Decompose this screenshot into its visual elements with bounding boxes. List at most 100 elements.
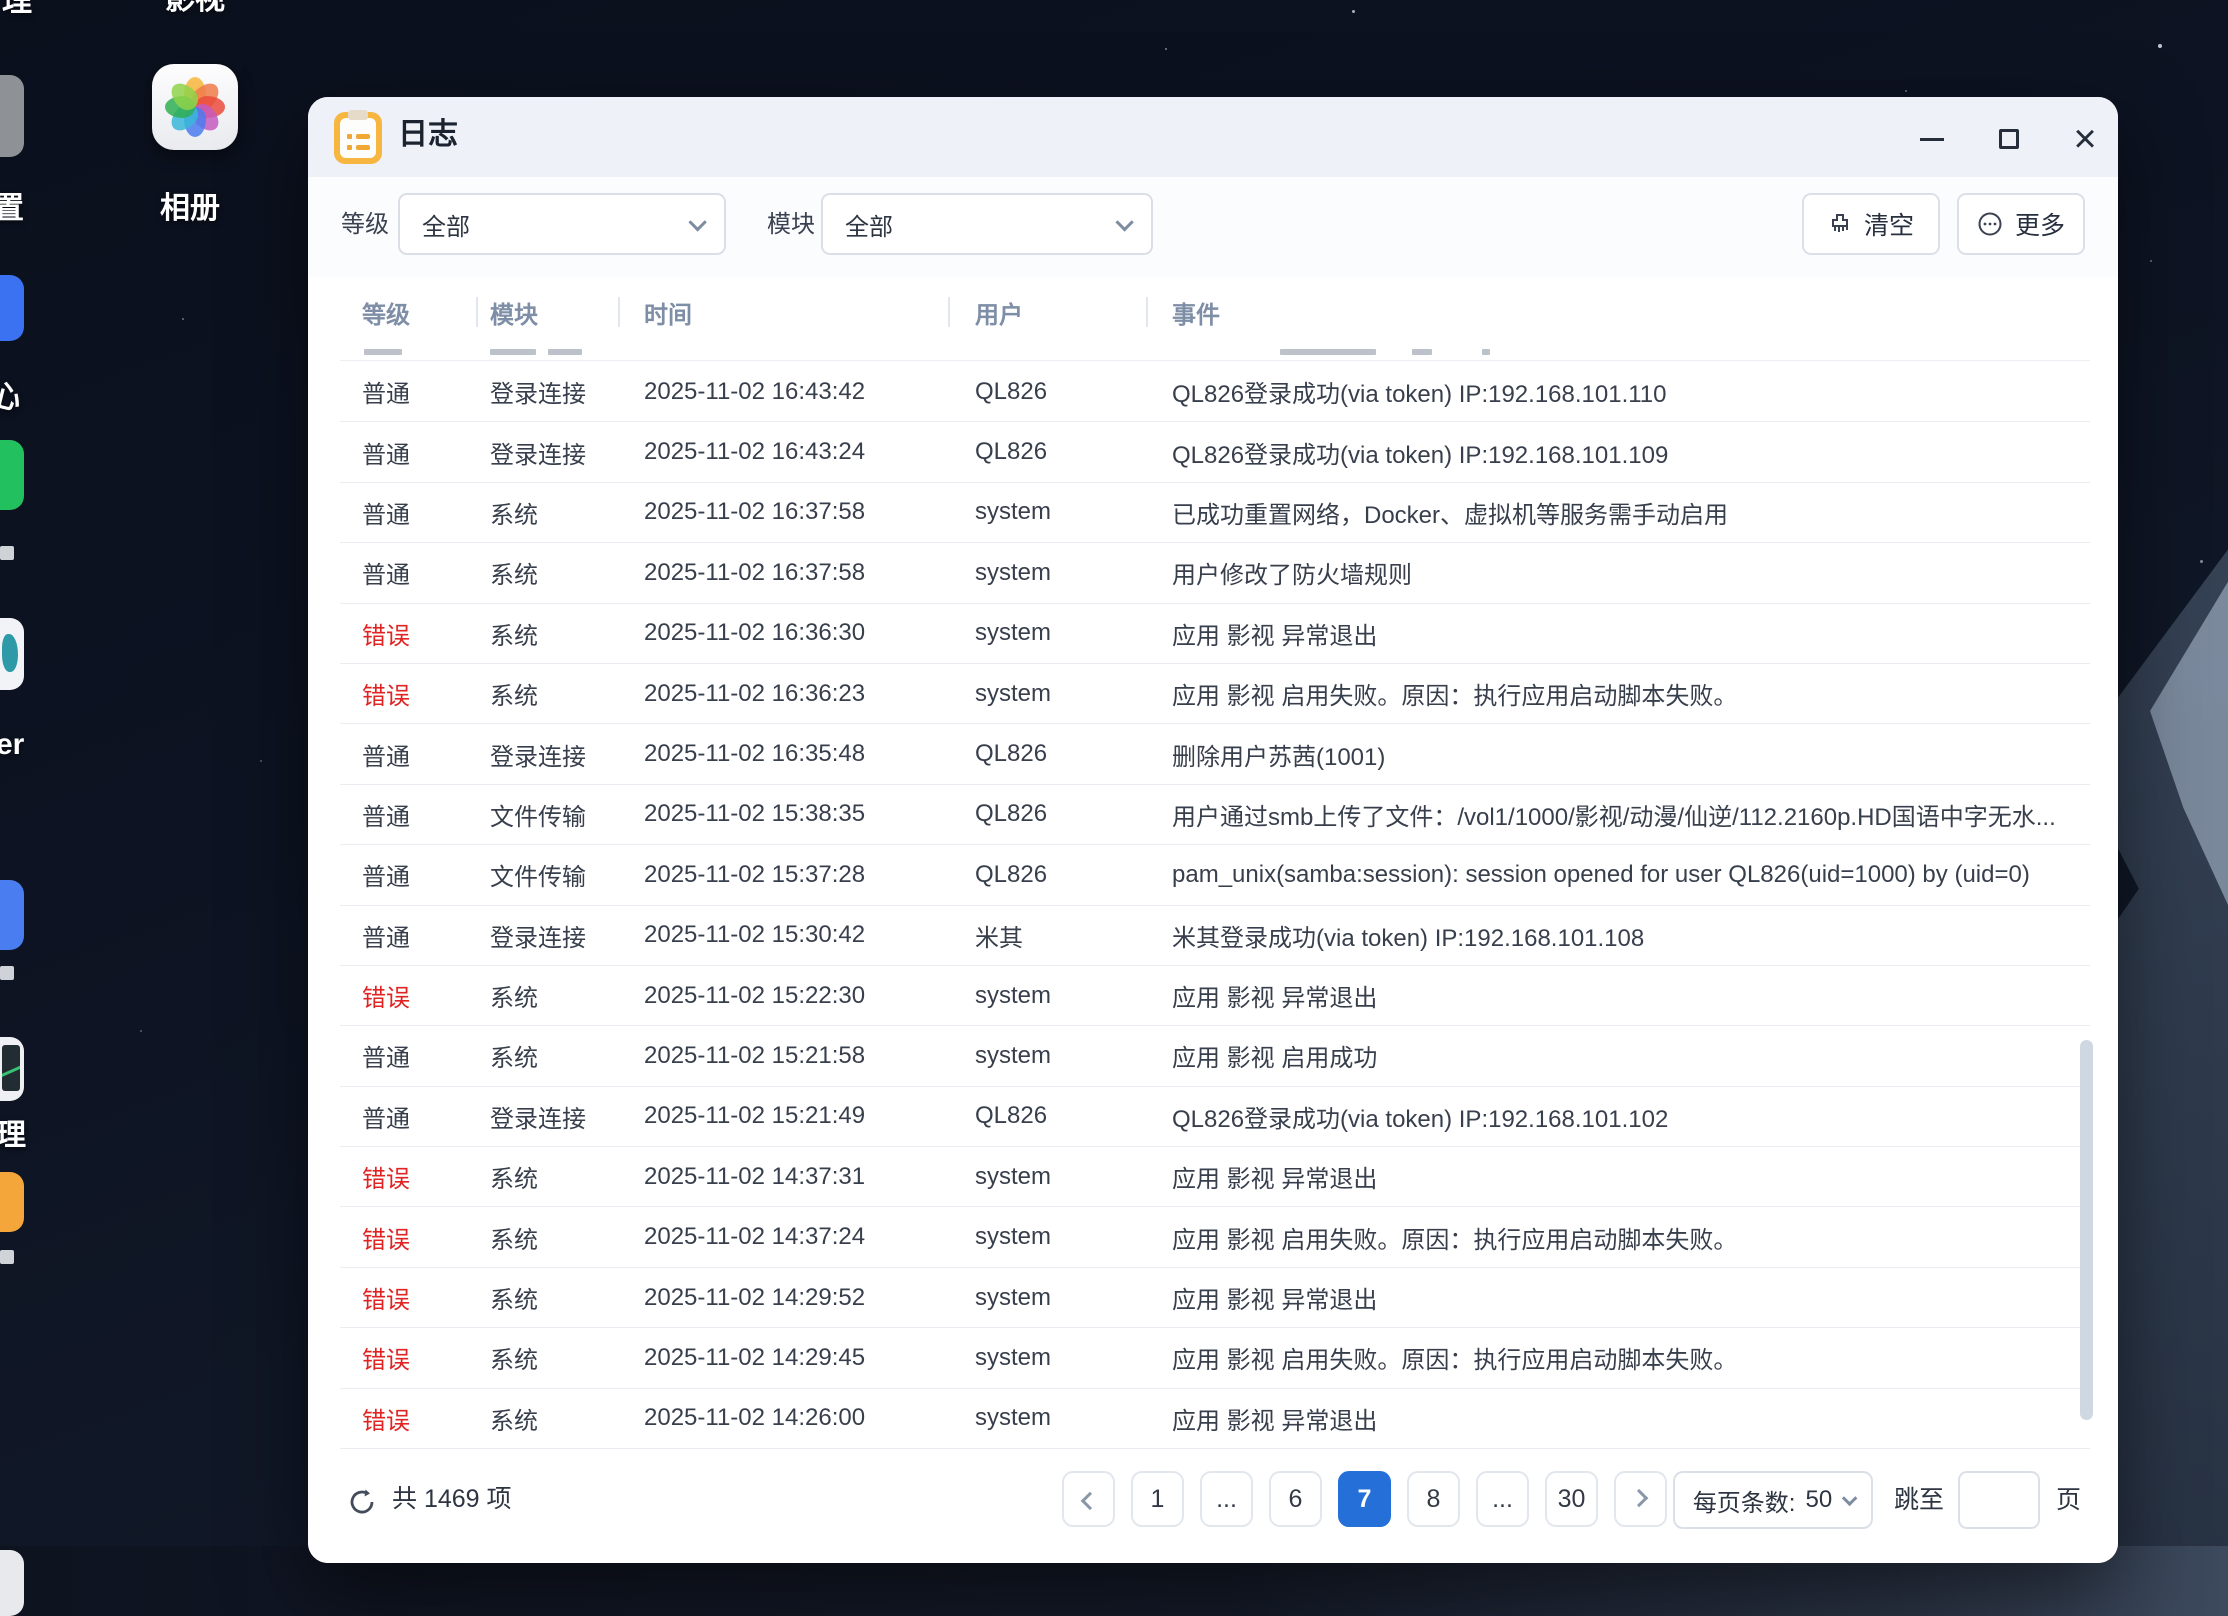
log-time-cell: 2025-11-02 16:36:23 xyxy=(644,679,866,707)
log-level-cell: 错误 xyxy=(362,683,410,711)
clear-logs-button[interactable]: 清空 xyxy=(1802,193,1940,255)
clipped-app-icon[interactable] xyxy=(0,1037,24,1101)
log-time-cell: 2025-11-02 16:35:48 xyxy=(644,740,866,768)
log-level-cell: 普通 xyxy=(362,501,410,529)
page-ellipsis[interactable]: ... xyxy=(1200,1471,1253,1527)
log-event-cell: 删除用户苏茜(1001) xyxy=(1172,743,1386,771)
clipped-app-icon[interactable] xyxy=(0,880,24,950)
table-row: 普通 文件传输 2025-11-02 15:38:35 QL826 用户通过sm… xyxy=(340,785,2090,846)
table-row: 普通 登录连接 2025-11-02 16:43:42 QL826 QL826登… xyxy=(340,362,2090,423)
chevron-down-icon xyxy=(688,212,707,232)
log-user-cell: QL826 xyxy=(975,438,1048,466)
log-module-cell: 登录连接 xyxy=(490,1105,586,1133)
column-separator xyxy=(618,297,620,327)
clipped-app-icon[interactable] xyxy=(0,618,24,690)
log-time-cell: 2025-11-02 14:26:00 xyxy=(644,1404,866,1432)
log-time-cell: 2025-11-02 14:37:31 xyxy=(644,1162,866,1190)
clipped-app-icon[interactable] xyxy=(0,275,24,341)
column-separator xyxy=(476,297,478,327)
clipped-app-label: 理 xyxy=(0,1119,26,1152)
log-event-cell: 用户通过smb上传了文件：/vol1/1000/影视/动漫/仙逆/112.216… xyxy=(1172,803,2056,831)
table-row: 普通 系统 2025-11-02 16:37:58 system 已成功重置网络… xyxy=(340,483,2090,544)
page-size-select[interactable]: 每页条数: 50 xyxy=(1673,1471,1873,1529)
log-user-cell: QL826 xyxy=(975,860,1048,888)
log-event-cell: 应用 影视 启用失败。原因：执行应用启动脚本失败。 xyxy=(1172,1347,1738,1375)
app-glyph xyxy=(2,634,18,672)
log-time-cell: 2025-11-02 15:21:49 xyxy=(644,1102,866,1130)
log-window: 日志 × 等级 全部 模块 全部 清空 更多 等级 模块 时间 用户 事件 普通… xyxy=(308,97,2118,1563)
clipped-app-label xyxy=(0,546,14,560)
level-filter-select[interactable]: 全部 xyxy=(398,193,726,255)
more-button[interactable]: 更多 xyxy=(1957,193,2085,255)
log-level-cell: 错误 xyxy=(362,985,410,1013)
clipped-app-icon[interactable] xyxy=(0,440,24,510)
pagination: 1... 6 7 8... 30 xyxy=(1062,1471,1667,1527)
close-button[interactable]: × xyxy=(2063,117,2107,161)
log-level-cell: 错误 xyxy=(362,1287,410,1315)
log-event-cell: 已成功重置网络，Docker、虚拟机等服务需手动启用 xyxy=(1172,501,1729,529)
clipped-app-icon[interactable] xyxy=(0,1550,24,1616)
desktop-icon-label-top: 理 xyxy=(2,0,32,18)
log-user-cell: QL826 xyxy=(975,800,1048,828)
table-row: 普通 文件传输 2025-11-02 15:37:28 QL826 pam_un… xyxy=(340,845,2090,906)
log-module-cell: 系统 xyxy=(490,1226,538,1254)
clipped-app-icon[interactable] xyxy=(0,75,24,157)
log-user-cell: QL826 xyxy=(975,740,1048,768)
log-module-cell: 系统 xyxy=(490,1287,538,1315)
more-circle-icon xyxy=(1978,212,2002,236)
page-ellipsis[interactable]: ... xyxy=(1476,1471,1529,1527)
clipped-app-label: er xyxy=(0,728,25,761)
module-filter-select[interactable]: 全部 xyxy=(821,193,1153,255)
log-event-cell: 应用 影视 异常退出 xyxy=(1172,622,1378,650)
col-header-event: 事件 xyxy=(1172,301,1220,329)
log-level-cell: 错误 xyxy=(362,1407,410,1435)
log-time-cell: 2025-11-02 14:29:45 xyxy=(644,1343,866,1371)
log-module-cell: 登录连接 xyxy=(490,743,586,771)
log-level-cell: 错误 xyxy=(362,1347,410,1375)
jump-page-input[interactable] xyxy=(1958,1471,2040,1529)
log-time-cell: 2025-11-02 16:36:30 xyxy=(644,619,866,647)
page-button-7[interactable]: 7 xyxy=(1338,1471,1391,1527)
photos-app-label[interactable]: 相册 xyxy=(160,183,220,227)
log-user-cell: system xyxy=(975,679,1052,707)
level-filter-value: 全部 xyxy=(422,213,470,241)
minimize-button[interactable] xyxy=(1910,117,1954,161)
log-time-cell: 2025-11-02 14:29:52 xyxy=(644,1283,866,1311)
log-user-cell: system xyxy=(975,1404,1052,1432)
page-button-8[interactable]: 8 xyxy=(1407,1471,1460,1527)
log-level-cell: 错误 xyxy=(362,1226,410,1254)
brush-clean-icon xyxy=(1831,214,1848,232)
page-button-30[interactable]: 30 xyxy=(1545,1471,1598,1527)
log-user-cell: system xyxy=(975,558,1052,586)
jump-page-suffix: 页 xyxy=(2056,1486,2082,1514)
maximize-button[interactable] xyxy=(1987,117,2031,161)
col-header-user: 用户 xyxy=(975,301,1023,329)
photos-app-icon[interactable] xyxy=(152,64,238,150)
log-user-cell: system xyxy=(975,981,1052,1009)
clipped-app-icon[interactable] xyxy=(0,1172,24,1232)
log-level-cell: 普通 xyxy=(362,441,410,469)
next-page-button[interactable] xyxy=(1614,1471,1667,1527)
log-user-cell: system xyxy=(975,619,1052,647)
log-event-cell: 米其登录成功(via token) IP:192.168.101.108 xyxy=(1172,924,1645,952)
log-user-cell: QL826 xyxy=(975,1102,1048,1130)
log-event-cell: QL826登录成功(via token) IP:192.168.101.109 xyxy=(1172,441,1669,469)
log-event-cell: 应用 影视 异常退出 xyxy=(1172,985,1378,1013)
table-row: 错误 系统 2025-11-02 14:29:45 system 应用 影视 启… xyxy=(340,1328,2090,1389)
column-separator xyxy=(1146,297,1148,327)
log-module-cell: 系统 xyxy=(490,1166,538,1194)
jump-to-label: 跳至 xyxy=(1894,1486,1945,1514)
log-time-cell: 2025-11-02 15:38:35 xyxy=(644,800,866,828)
log-user-cell: QL826 xyxy=(975,377,1048,405)
page-button-1[interactable]: 1 xyxy=(1131,1471,1184,1527)
page-button-6[interactable]: 6 xyxy=(1269,1471,1322,1527)
titlebar[interactable]: 日志 × xyxy=(308,97,2118,177)
vertical-scrollbar-thumb[interactable] xyxy=(2080,1040,2093,1420)
log-level-cell: 普通 xyxy=(362,924,410,952)
log-app-icon xyxy=(334,110,382,164)
log-module-cell: 系统 xyxy=(490,683,538,711)
prev-page-button[interactable] xyxy=(1062,1471,1115,1527)
refresh-button[interactable] xyxy=(342,1483,382,1523)
more-label: 更多 xyxy=(2014,212,2065,240)
table-row: 普通 登录连接 2025-11-02 16:43:24 QL826 QL826登… xyxy=(340,422,2090,483)
